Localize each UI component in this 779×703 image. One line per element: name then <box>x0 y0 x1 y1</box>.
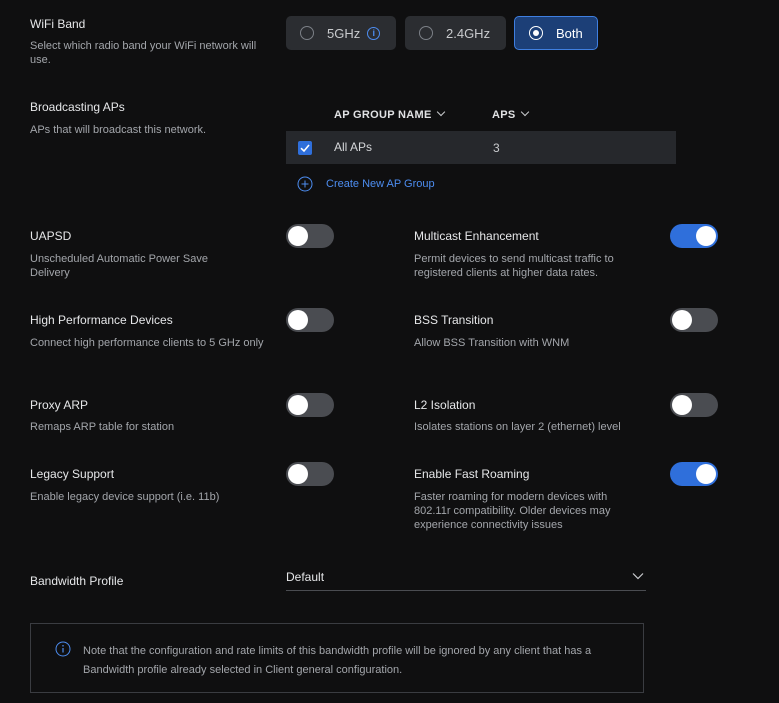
proxy-arp-description: Remaps ARP table for station <box>30 421 175 433</box>
multicast-description: Permit devices to send multicast traffic… <box>414 253 614 279</box>
multicast-toggle[interactable] <box>670 224 718 248</box>
bss-transition-label: BSS Transition <box>414 313 494 327</box>
band-option-label: 5GHz <box>327 25 361 41</box>
band-option-label: 2.4GHz <box>446 25 491 41</box>
high-performance-toggle[interactable] <box>286 308 334 332</box>
aps-count: 3 <box>493 141 500 155</box>
proxy-arp-toggle[interactable] <box>286 393 334 417</box>
uapsd-description: Unscheduled Automatic Power Save Deliver… <box>30 253 208 279</box>
legacy-support-description: Enable legacy device support (i.e. 11b) <box>30 491 220 503</box>
multicast-label: Multicast Enhancement <box>414 229 539 243</box>
toggle-knob <box>672 395 692 415</box>
l2-isolation-toggle[interactable] <box>670 393 718 417</box>
checkbox-checked[interactable] <box>298 141 312 155</box>
ap-group-name: All APs <box>334 140 373 154</box>
toggle-knob <box>288 464 308 484</box>
chevron-down-icon <box>520 107 529 117</box>
radio-icon <box>300 26 314 40</box>
create-ap-group-link[interactable]: Create New AP Group <box>297 176 435 192</box>
l2-isolation-label: L2 Isolation <box>414 398 476 412</box>
broadcasting-description: APs that will broadcast this network. <box>30 124 207 136</box>
l2-isolation-description: Isolates stations on layer 2 (ethernet) … <box>414 421 621 433</box>
band-option-both[interactable]: Both <box>514 16 598 50</box>
toggle-knob <box>696 226 716 246</box>
wifi-band-title: WiFi Band <box>30 17 86 31</box>
high-performance-description: Connect high performance clients to 5 GH… <box>30 337 264 349</box>
toggle-knob <box>288 395 308 415</box>
checkmark-icon <box>300 144 310 153</box>
toggle-knob <box>288 226 308 246</box>
chevron-down-icon <box>632 573 644 580</box>
chevron-down-icon <box>436 107 445 117</box>
legacy-support-toggle[interactable] <box>286 462 334 486</box>
band-option-5ghz[interactable]: 5GHz i <box>286 16 396 50</box>
radio-selected-icon <box>529 26 543 40</box>
info-icon[interactable]: i <box>367 26 381 40</box>
bss-transition-description: Allow BSS Transition with WNM <box>414 337 570 349</box>
toggle-knob <box>288 310 308 330</box>
column-header-label: AP GROUP NAME <box>334 109 432 121</box>
create-ap-group-label: Create New AP Group <box>326 178 435 190</box>
band-option-2-4ghz[interactable]: 2.4GHz <box>405 16 506 50</box>
toggle-knob <box>672 310 692 330</box>
plus-circle-icon <box>297 176 313 192</box>
info-icon <box>55 641 71 657</box>
fast-roaming-label: Enable Fast Roaming <box>414 467 530 481</box>
fast-roaming-toggle[interactable] <box>670 462 718 486</box>
radio-icon <box>419 26 433 40</box>
uapsd-toggle[interactable] <box>286 224 334 248</box>
proxy-arp-label: Proxy ARP <box>30 398 89 412</box>
bandwidth-profile-value: Default <box>286 570 325 584</box>
column-header-aps[interactable]: APS <box>492 107 529 121</box>
bss-transition-toggle[interactable] <box>670 308 718 332</box>
bandwidth-profile-label: Bandwidth Profile <box>30 574 124 588</box>
toggle-knob <box>696 464 716 484</box>
wifi-band-description: Select which radio band your WiFi networ… <box>30 40 257 66</box>
column-header-ap-group-name[interactable]: AP GROUP NAME <box>334 107 445 121</box>
column-header-label: APS <box>492 109 516 121</box>
table-row[interactable]: All APs 3 <box>286 131 676 164</box>
uapsd-label: UAPSD <box>30 229 72 243</box>
bandwidth-note-text: Note that the configuration and rate lim… <box>83 645 592 676</box>
bandwidth-profile-select[interactable]: Default <box>286 562 646 591</box>
fast-roaming-description: Faster roaming for modern devices with 8… <box>414 491 611 531</box>
bandwidth-note-box: Note that the configuration and rate lim… <box>30 623 644 693</box>
high-performance-label: High Performance Devices <box>30 313 173 327</box>
band-option-label: Both <box>556 25 583 41</box>
broadcasting-title: Broadcasting APs <box>30 100 125 114</box>
legacy-support-label: Legacy Support <box>30 467 115 481</box>
